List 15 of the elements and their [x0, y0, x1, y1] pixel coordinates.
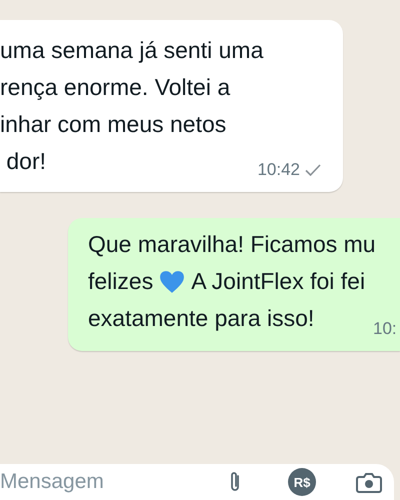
message-time: 10:: [373, 319, 397, 339]
message-text: A JointFlex foi fei: [191, 268, 366, 295]
message-text: rença enorme. Voltei a: [0, 74, 230, 101]
message-text: exatamente para isso!: [88, 305, 314, 332]
message-text: inhar com meus netos: [0, 111, 226, 138]
message-text: Que maravilha! Ficamos mu: [88, 231, 376, 258]
paperclip-icon[interactable]: [228, 470, 242, 494]
message-time: 10:42: [257, 160, 300, 180]
payment-button[interactable]: R$: [288, 468, 316, 496]
camera-icon[interactable]: [356, 471, 382, 493]
message-input-field[interactable]: Mensagem: [0, 470, 228, 494]
message-text: dor!: [5, 148, 46, 175]
message-text: uma semana já senti uma: [0, 37, 264, 64]
heart-icon: [159, 270, 186, 294]
message-text: felizes: [88, 268, 154, 295]
